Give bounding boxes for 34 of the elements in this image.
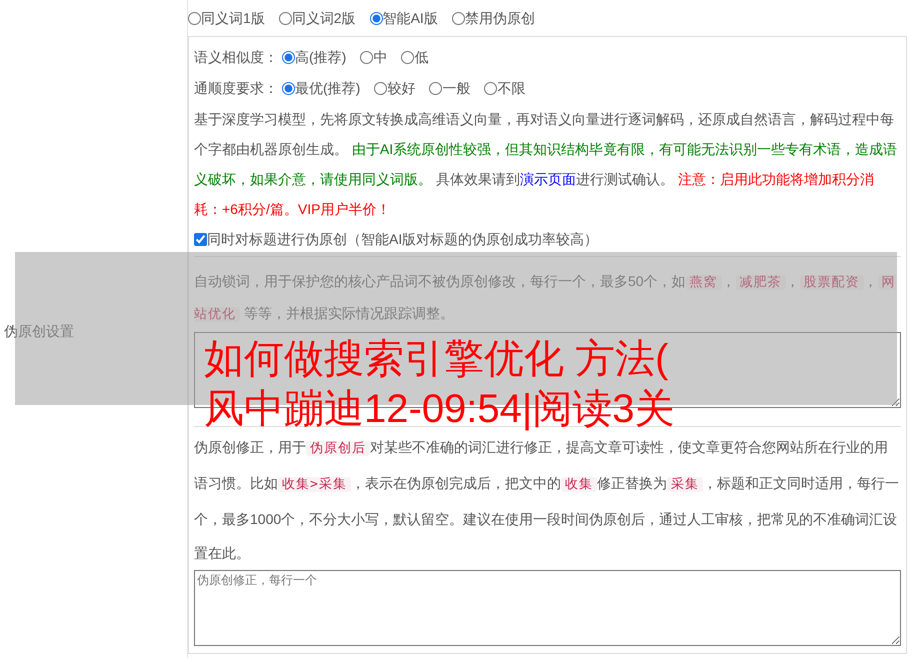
radio-button[interactable] xyxy=(401,50,414,64)
fluency-option[interactable]: 不限 xyxy=(497,78,526,99)
fluency-option[interactable]: 一般 xyxy=(442,78,470,99)
mode-option[interactable]: 禁用伪原创 xyxy=(464,8,535,28)
title-option-label[interactable]: 同时对标题进行伪原创（智能AI版对标题的伪原创成功率较高） xyxy=(207,228,598,250)
radio-button[interactable] xyxy=(282,50,295,64)
lock-words-description: 自动锁词，用于保护您的核心产品词不被伪原创修改，每行一个，最多50个，如 燕窝 ， 减肥茶 ， 股票配资 ， 网站优化 等等，并根据实际情况跟踪调整。 xyxy=(194,272,897,324)
radio-button[interactable] xyxy=(278,12,292,24)
mode-option[interactable]: 智能AI版 xyxy=(382,8,438,28)
corrections-description: 伪原创修正，用于 伪原创后 对某些不准确的词汇进行修正，提高文章可读性，使文章更符合您网站所在行业的用语习惯。比如 收集>采集 ，表示在伪原创完成后，把文中的 收集 修正替换为 采集 ，标题和正文同时适用，每行一个，最多1000个，不分大小写，默认留空。建议在使用一段时间伪原创后，通过人工审核，把常见的不准确词汇设置在此。 xyxy=(194,438,900,563)
mode-option[interactable]: 同义词2版 xyxy=(292,8,356,28)
similarity-label: 语义相似度： xyxy=(194,48,278,66)
similarity-option[interactable]: 高(推荐) xyxy=(295,46,346,68)
radio-button[interactable] xyxy=(484,82,498,95)
demo-page-link[interactable]: 演示页面 xyxy=(520,171,576,187)
fluency-label: 通顺度要求： xyxy=(194,79,278,98)
overlay-title-line: 如何做搜索引擎优化 方法( xyxy=(204,336,670,383)
mode-option[interactable]: 同义词1版 xyxy=(201,8,265,28)
radio-button[interactable] xyxy=(188,12,201,24)
section-label: 伪原创设置 xyxy=(4,322,74,340)
overlay-title-line: 风中蹦迪12-09:54|阅读3关 xyxy=(204,386,675,433)
corrections-textarea[interactable]: 伪原创修正，每行一个 xyxy=(194,570,901,646)
radio-button[interactable] xyxy=(282,82,295,95)
similarity-option[interactable]: 低 xyxy=(414,46,428,68)
radio-button[interactable] xyxy=(374,82,388,95)
similarity-option[interactable]: 中 xyxy=(373,46,388,68)
radio-button[interactable] xyxy=(370,12,383,24)
fluency-option[interactable]: 较好 xyxy=(387,78,416,99)
radio-button[interactable] xyxy=(360,50,374,64)
checkbox[interactable] xyxy=(194,232,207,246)
description-text: 基于深度学习模型，先将原文转换成高维语义向量，再对语义向量进行逐词解码，还原成自然语言，解码过程中每个字都由机器原创生成。 由于AI系统原创性较强，但其知识结构毕竟有限，有可能无法识别一些专有术语，造成语义破坏，如果介意，请使用同义词版。 具体效果请到演示页面进行测试确认。 注意：启用此功能将增加积分消耗：+6积分/篇。VIP用户半价！ xyxy=(194,110,898,219)
radio-button[interactable] xyxy=(429,82,442,95)
radio-button[interactable] xyxy=(452,12,465,24)
fluency-option[interactable]: 最优(推荐) xyxy=(295,78,360,99)
